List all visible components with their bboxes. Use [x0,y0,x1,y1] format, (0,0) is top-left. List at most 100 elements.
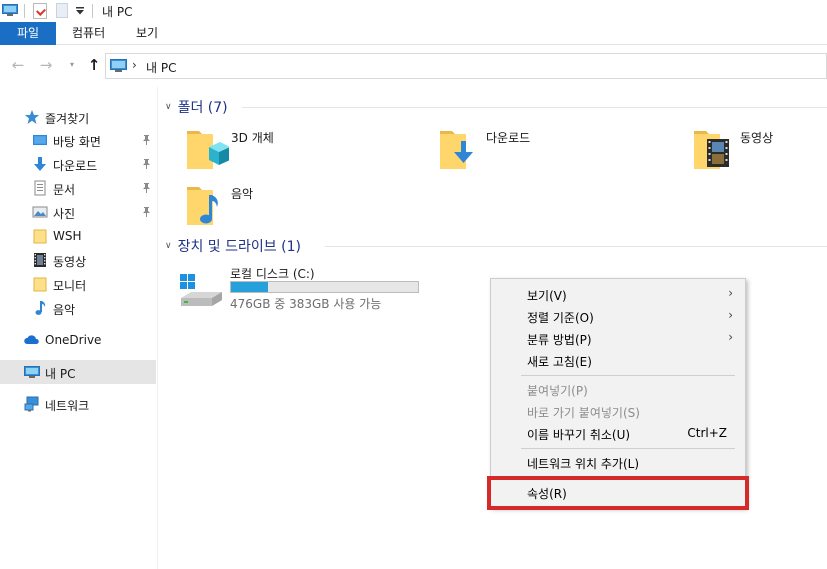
menu-item-undo-rename[interactable]: 이름 바꾸기 취소(U) Ctrl+Z [491,422,745,444]
context-menu: 보기(V) › 정렬 기준(O) › 분류 방법(P) › 새로 고침(E) 붙… [490,278,746,508]
this-pc-icon [24,366,40,378]
menu-item-label: 붙여넣기(P) [527,384,588,398]
sidebar-item-label: 즐겨찾기 [45,112,90,126]
title-separator [24,4,25,18]
sidebar-item-monitor[interactable]: 모니터 [0,272,156,296]
pin-icon[interactable] [142,207,151,217]
music-folder-icon [187,187,218,225]
menu-item-refresh[interactable]: 새로 고침(E) [491,349,745,371]
sidebar-item-label: WSH [53,229,82,243]
network-icon [24,396,39,412]
tab-computer[interactable]: 컴퓨터 [58,22,119,45]
sidebar-item-label: 내 PC [45,367,76,381]
menu-item-add-network-location[interactable]: 네트워크 위치 추가(L) [491,451,745,473]
music-icon [35,301,46,315]
file-explorer-window: 내 PC 파일 컴퓨터 보기 ← → ▾ ↑ › 내 PC 즐겨찾기 바탕 화면… [0,0,827,569]
forward-arrow-icon[interactable]: → [38,57,54,73]
pin-icon[interactable] [142,159,151,169]
properties-quick-icon[interactable] [33,3,47,19]
sidebar-item-pictures[interactable]: 사진 [0,200,156,224]
sidebar-item-label: OneDrive [45,333,102,347]
highlight-box [487,476,749,510]
group-title: 장치 및 드라이브 (1) [177,239,301,255]
menu-item-label: 바로 가기 붙여넣기(S) [527,406,640,420]
menu-item-label: 정렬 기준(O) [527,311,594,325]
tab-view[interactable]: 보기 [122,22,172,45]
sidebar-item-this-pc[interactable]: 내 PC [0,360,156,384]
collapse-chevron-icon[interactable]: ∨ [165,241,172,251]
sidebar-item-label: 동영상 [53,255,87,269]
folder-3d-objects[interactable]: 3D 개체 [185,125,385,173]
pin-icon[interactable] [142,135,151,145]
menu-separator [521,448,735,449]
new-folder-quick-icon[interactable] [56,3,68,18]
sidebar-item-network[interactable]: 네트워크 [0,392,156,416]
sidebar-item-quick-access[interactable]: 즐겨찾기 [0,105,156,129]
drive-usage-bar [230,281,419,293]
document-icon [34,180,46,196]
window-title: 내 PC [102,5,133,19]
star-icon [25,110,39,124]
sidebar-item-wsh[interactable]: WSH [0,224,156,248]
navigation-pane: 즐겨찾기 바탕 화면 다운로드 문서 사진 WSH 동영상 모니터 음악 One… [0,87,158,569]
drive-usage-fill [231,282,269,292]
sidebar-item-videos[interactable]: 동영상 [0,248,156,272]
3d-objects-folder-icon [187,131,229,169]
video-icon [34,253,46,267]
drive-local-disk-c[interactable]: 로컬 디스크 (C:) 476GB 중 383GB 사용 가능 [178,262,428,312]
menu-item-sort-by[interactable]: 정렬 기준(O) › [491,305,745,327]
menu-item-label: 새로 고침(E) [527,355,592,369]
breadcrumb-this-pc[interactable]: 내 PC [146,59,176,76]
hard-drive-icon [180,274,222,306]
folder-music[interactable]: 음악 [185,181,385,229]
sidebar-item-documents[interactable]: 문서 [0,176,156,200]
breadcrumb-chevron[interactable]: › [132,58,137,72]
folder-label: 음악 [231,187,254,201]
up-arrow-icon[interactable]: ↑ [86,57,102,73]
drives-group-header[interactable]: ∨ 장치 및 드라이브 (1) [165,236,301,256]
recent-locations-icon[interactable]: ▾ [64,57,80,73]
sidebar-item-music[interactable]: 음악 [0,296,156,320]
folder-videos[interactable]: 동영상 [694,125,827,173]
tab-file[interactable]: 파일 [0,22,56,45]
group-title: 폴더 (7) [177,100,228,116]
menu-item-view[interactable]: 보기(V) › [491,283,745,305]
desktop-icon [33,135,47,145]
submenu-arrow-icon: › [728,330,733,344]
pin-icon[interactable] [142,183,151,193]
cloud-icon [24,335,39,344]
menu-item-label: 이름 바꾸기 취소(U) [527,428,631,442]
title-separator [92,4,93,18]
picture-icon [32,206,48,218]
ribbon-tabs: 파일 컴퓨터 보기 [0,22,827,45]
menu-item-shortcut: Ctrl+Z [687,426,727,440]
download-icon [34,157,46,171]
folder-downloads[interactable]: 다운로드 [440,125,640,173]
sidebar-item-label: 바탕 화면 [53,135,101,149]
folder-label: 3D 개체 [231,131,274,145]
menu-item-group-by[interactable]: 분류 방법(P) › [491,327,745,349]
back-arrow-icon[interactable]: ← [10,57,26,73]
collapse-chevron-icon[interactable]: ∨ [165,102,172,112]
folder-icon [33,229,47,244]
sidebar-item-label: 모니터 [53,279,87,293]
group-divider [242,107,827,108]
folder-icon [33,277,47,292]
folders-group-header[interactable]: ∨ 폴더 (7) [165,97,228,117]
title-bar: 내 PC [0,0,827,22]
drive-free-space: 476GB 중 383GB 사용 가능 [230,297,382,311]
sidebar-item-label: 음악 [53,303,76,317]
sidebar-item-label: 사진 [53,207,76,221]
videos-folder-icon [694,131,729,169]
submenu-arrow-icon: › [728,286,733,300]
sidebar-item-desktop[interactable]: 바탕 화면 [0,128,156,152]
folder-label: 다운로드 [486,131,531,145]
navigation-bar: ← → ▾ ↑ › 내 PC [0,45,827,87]
sidebar-item-label: 다운로드 [53,159,98,173]
sidebar-item-onedrive[interactable]: OneDrive [0,328,156,352]
folder-label: 동영상 [740,131,774,145]
menu-item-paste-shortcut: 바로 가기 붙여넣기(S) [491,400,745,422]
address-bar[interactable]: › 내 PC [105,53,827,79]
customize-toolbar-icon[interactable] [75,6,85,16]
sidebar-item-downloads[interactable]: 다운로드 [0,152,156,176]
